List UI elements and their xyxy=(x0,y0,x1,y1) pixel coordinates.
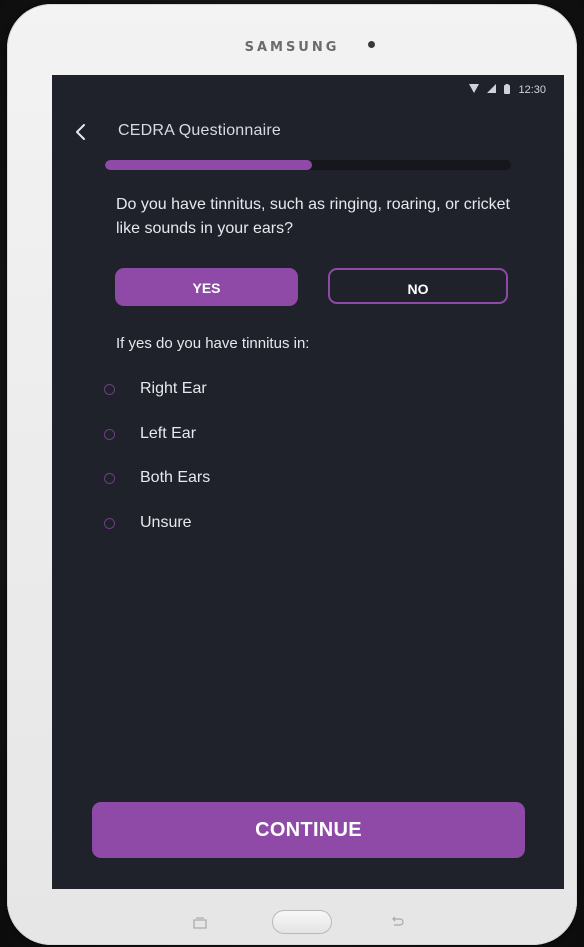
progress-bar xyxy=(105,160,511,170)
hardware-back-button[interactable] xyxy=(389,915,405,929)
signal-icon xyxy=(487,84,497,96)
option-right-ear[interactable]: Right Ear xyxy=(104,377,207,401)
tablet-device: SAMSUNG 12:30 CEDRA Questionnaire Do you… xyxy=(7,4,577,945)
app-bar: CEDRA Questionnaire xyxy=(52,115,564,149)
option-label: Both Ears xyxy=(140,469,211,486)
recent-apps-button[interactable] xyxy=(193,916,207,929)
question-text: Do you have tinnitus, such as ringing, r… xyxy=(116,196,510,237)
app-screen: 12:30 CEDRA Questionnaire Do you have ti… xyxy=(52,75,564,889)
wifi-icon xyxy=(469,84,480,96)
progress-bar-fill xyxy=(105,160,313,170)
radio-button[interactable] xyxy=(104,428,115,440)
radio-button[interactable] xyxy=(104,383,115,395)
status-time: 12:30 xyxy=(518,84,546,96)
status-bar: 12:30 xyxy=(469,83,546,97)
option-both-ears[interactable]: Both Ears xyxy=(104,466,210,490)
hardware-nav-buttons xyxy=(7,908,577,938)
follow-up-question: If yes do you have tinnitus in: xyxy=(116,335,310,352)
option-left-ear[interactable]: Left Ear xyxy=(104,422,196,446)
yes-button[interactable]: YES xyxy=(115,268,298,306)
option-label: Unsure xyxy=(140,514,192,531)
chevron-left-icon xyxy=(76,124,85,140)
option-unsure[interactable]: Unsure xyxy=(104,511,192,535)
page-title: CEDRA Questionnaire xyxy=(118,122,281,139)
back-button[interactable] xyxy=(70,121,92,143)
battery-icon xyxy=(504,83,511,97)
device-brand-logo: SAMSUNG xyxy=(244,40,340,55)
radio-button[interactable] xyxy=(104,472,115,484)
front-camera xyxy=(368,41,375,48)
radio-button[interactable] xyxy=(104,517,115,529)
option-label: Right Ear xyxy=(140,380,207,397)
option-label: Left Ear xyxy=(140,425,197,442)
back-arrow-icon xyxy=(392,916,404,926)
continue-button[interactable]: CONTINUE xyxy=(92,802,525,858)
home-button[interactable] xyxy=(272,910,332,934)
no-button[interactable]: NO xyxy=(328,268,508,304)
recent-apps-icon xyxy=(193,917,207,929)
